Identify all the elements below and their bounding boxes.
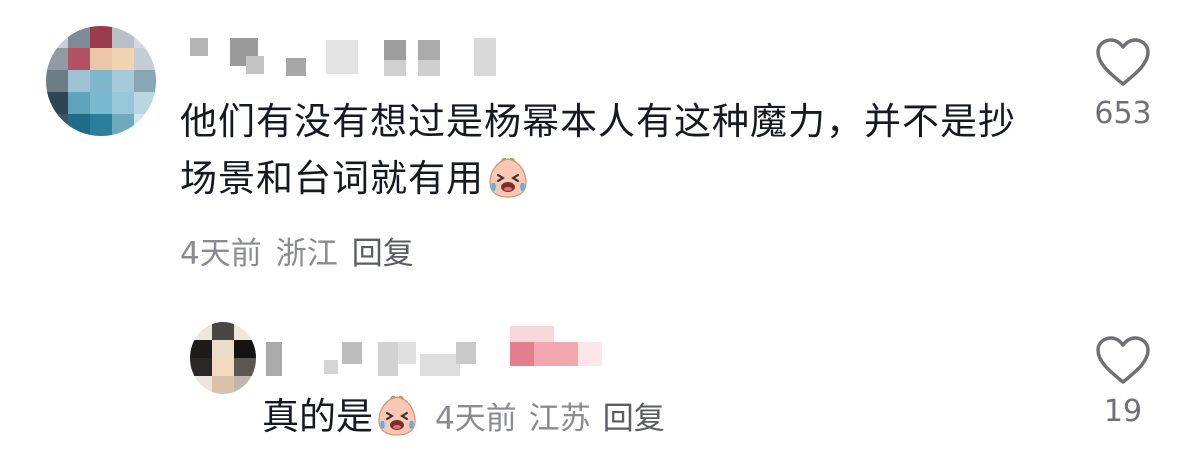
laughing-crying-face-emoji-icon: [378, 395, 416, 436]
commenter-avatar[interactable]: [46, 26, 156, 136]
comment-body: 他们有没有想过是杨幂本人有这种魔力，并不是抄场景和台词就有用: [180, 100, 1016, 200]
reply-reply-button[interactable]: 回复: [603, 401, 665, 437]
comment-meta: 4天前 浙江 回复: [180, 228, 428, 273]
reply-text: 真的是 4天前 江苏 回复: [262, 392, 677, 444]
reply-like: 19: [1083, 334, 1163, 429]
comment-time: 4天前: [180, 236, 262, 272]
comment-text: 他们有没有想过是杨幂本人有这种魔力，并不是抄场景和台词就有用: [180, 93, 1030, 207]
comment-like: 653: [1083, 36, 1163, 131]
reply-location: 江苏: [528, 401, 591, 437]
comment-reply-button[interactable]: 回复: [352, 236, 414, 272]
reply-body: 真的是: [262, 395, 373, 438]
comment-like-count: 653: [1094, 96, 1152, 131]
comment-location: 浙江: [275, 236, 338, 272]
reply-like-count: 19: [1103, 394, 1143, 429]
laughing-crying-face-emoji-icon: [489, 157, 527, 198]
heart-outline-icon[interactable]: [1094, 36, 1152, 88]
reply-time: 4天前: [435, 401, 517, 437]
reply-meta: 4天前 江苏 回复: [435, 401, 677, 437]
heart-outline-icon[interactable]: [1094, 334, 1152, 386]
replier-avatar[interactable]: [190, 322, 256, 394]
